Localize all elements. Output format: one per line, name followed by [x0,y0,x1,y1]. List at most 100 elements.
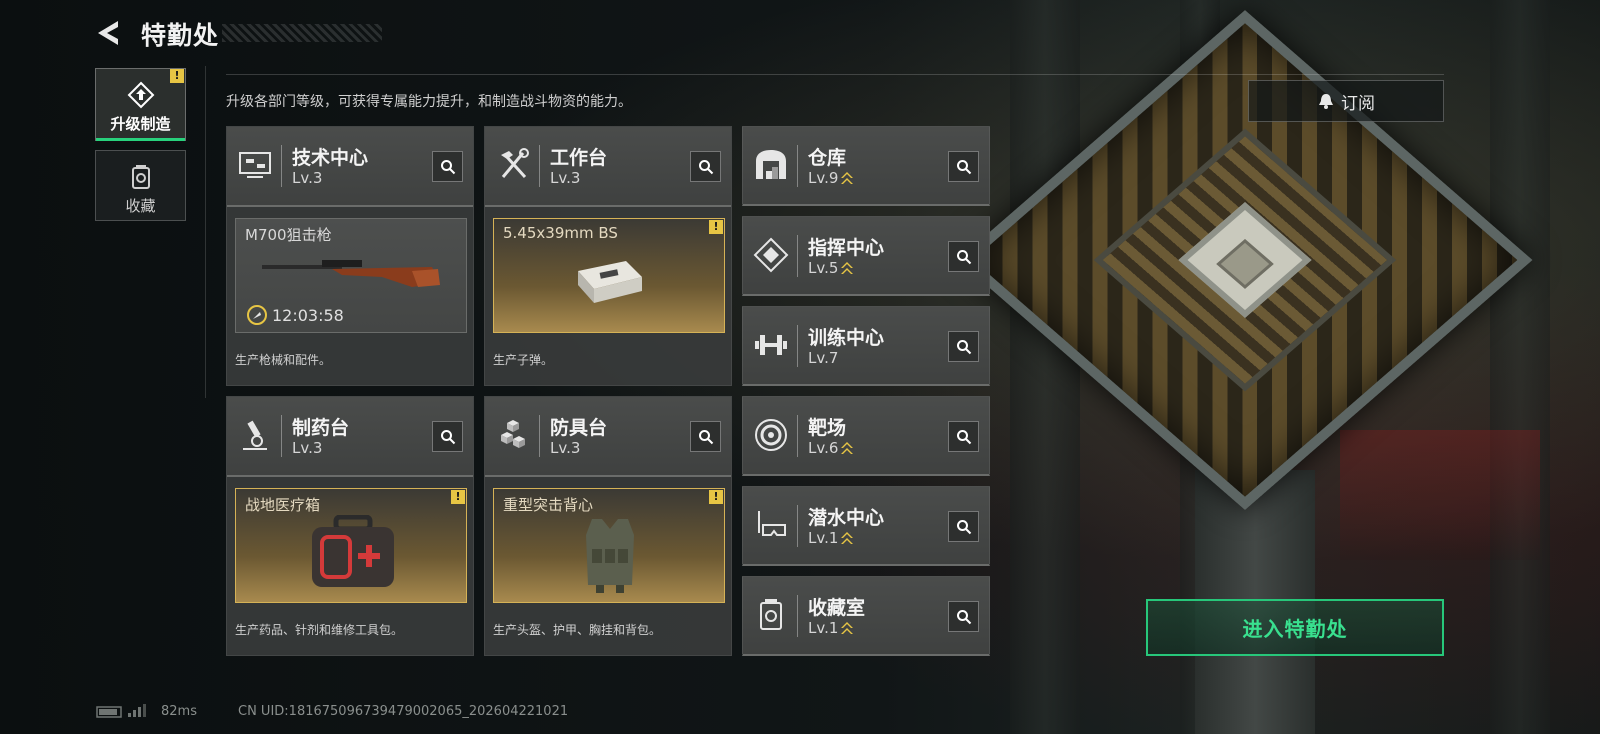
alert-badge: ! [170,69,184,83]
dept-card-training-center[interactable]: 训练中心 Lv.7 [742,306,990,386]
user-uid: CN UID:181675096739479002065_20260422102… [238,704,569,719]
dept-header: 防具台 Lv.3 [485,397,731,477]
dept-card-diving-center[interactable]: 潜水中心 Lv.1 [742,486,990,566]
dept-name: 技术中心 [292,147,369,169]
tech-center-icon [239,152,271,178]
diving-mask-icon [758,511,786,536]
upgrade-chevron-icon [841,442,854,454]
alert-badge: ! [709,220,723,234]
dept-level: Lv.3 [550,169,581,187]
dept-header: 技术中心 Lv.3 [227,127,473,207]
collection-icon [131,165,150,189]
sniper-rifle-image [262,260,440,287]
search-icon [698,159,713,174]
subscribe-label: 订阅 [1341,93,1375,114]
production-timer: 12:03:58 [246,304,344,326]
dept-header: 工作台 Lv.3 [485,127,731,207]
search-button[interactable] [948,601,979,632]
dept-name: 工作台 [550,147,608,169]
hammer-wrench-icon [501,148,529,179]
search-button[interactable] [690,421,721,452]
collection-room-icon [760,599,782,630]
search-button[interactable] [432,421,463,452]
page-description: 升级各部门等级，可获得专属能力提升，和制造战斗物资的能力。 [226,94,632,110]
dept-name: 防具台 [550,417,608,439]
upgrade-icon [127,81,154,109]
search-icon [440,159,455,174]
upgrade-chevron-icon [841,532,854,544]
subscribe-button[interactable]: 订阅 [1248,80,1444,122]
warehouse-icon [756,150,786,179]
dept-header: 制药台 Lv.3 [227,397,473,477]
dept-card-shooting-range[interactable]: 靶场 Lv.6 [742,396,990,476]
dept-level: Lv.9 [808,169,854,187]
dept-card-collection-room[interactable]: 收藏室 Lv.1 [742,576,990,656]
alert-badge: ! [451,490,465,504]
dept-name: 制药台 [292,417,350,439]
dept-level: Lv.6 [808,439,854,457]
alert-badge: ! [709,490,723,504]
search-icon [440,429,455,444]
dept-card-warehouse[interactable]: 仓库 Lv.9 [742,126,990,206]
dept-description: 生产药品、针剂和维修工具包。 [235,623,404,637]
upgrade-chevron-icon [841,172,854,184]
tab-upgrade-label: 升级制造 [110,115,171,133]
search-button[interactable] [948,241,979,272]
search-button[interactable] [690,151,721,182]
production-slot[interactable]: M700狙击枪 12:03:58 [235,218,467,333]
search-icon [956,249,971,264]
search-icon [956,609,971,624]
product-name: 5.45x39mm BS [503,224,618,242]
medkit-image [312,515,394,587]
search-button[interactable] [432,151,463,182]
search-button[interactable] [948,511,979,542]
search-button[interactable] [948,151,979,182]
search-icon [956,339,971,354]
search-icon [956,429,971,444]
dept-name: 收藏室 [808,597,866,619]
divider [205,66,206,398]
upgrade-chevron-icon [841,622,854,634]
dept-level: Lv.1 [808,529,854,547]
upgrade-chevron-icon [841,262,854,274]
dept-description: 生产头盔、护甲、胸挂和背包。 [493,623,662,637]
battery-signal-icon [96,704,146,718]
ammo-box-image [578,261,642,303]
assault-vest-image [586,519,634,593]
dept-name: 仓库 [808,147,847,169]
dept-level: Lv.5 [808,259,854,277]
search-icon [956,159,971,174]
title-decoration [222,24,382,42]
ping-readout: 82ms [161,704,197,719]
dept-card-armor[interactable]: 防具台 Lv.3 重型突击背心 ! 生产头盔、护甲、胸挂和背包。 [484,396,732,656]
production-slot[interactable]: 战地医疗箱 ! [235,488,467,603]
tab-collection[interactable]: 收藏 [95,150,186,221]
dept-description: 生产枪械和配件。 [235,353,332,367]
back-arrow-icon[interactable] [94,18,124,48]
production-slot[interactable]: 重型突击背心 ! [493,488,725,603]
dept-name: 指挥中心 [808,237,885,259]
dept-card-command-center[interactable]: 指挥中心 Lv.5 [742,216,990,296]
dumbbell-icon [755,335,787,355]
wrench-timer-icon [247,305,267,325]
dept-level: Lv.3 [292,169,323,187]
bell-icon [1319,94,1333,109]
search-button[interactable] [948,421,979,452]
product-name: M700狙击枪 [245,226,332,244]
dept-name: 训练中心 [808,327,885,349]
dept-level: Lv.3 [292,439,323,457]
page-title: 特勤处 [141,21,220,50]
enter-hq-label: 进入特勤处 [1242,617,1348,641]
search-button[interactable] [948,331,979,362]
search-icon [956,519,971,534]
product-name: 重型突击背心 [503,496,594,514]
enter-hq-button[interactable]: 进入特勤处 [1146,599,1444,656]
dept-card-workbench[interactable]: 工作台 Lv.3 5.45x39mm BS ! 生产子弹。 [484,126,732,386]
production-slot[interactable]: 5.45x39mm BS ! [493,218,725,333]
dept-card-pharmacy[interactable]: 制药台 Lv.3 战地医疗箱 ! 生产药品、针剂和维修工具包。 [226,396,474,656]
armor-blocks-icon [501,420,525,448]
dept-name: 潜水中心 [808,507,885,529]
dept-card-tech-center[interactable]: 技术中心 Lv.3 M700狙击枪 12:03:58 生产枪械和配件。 [226,126,474,386]
search-icon [698,429,713,444]
tab-upgrade-craft[interactable]: 升级制造 ! [95,68,186,141]
